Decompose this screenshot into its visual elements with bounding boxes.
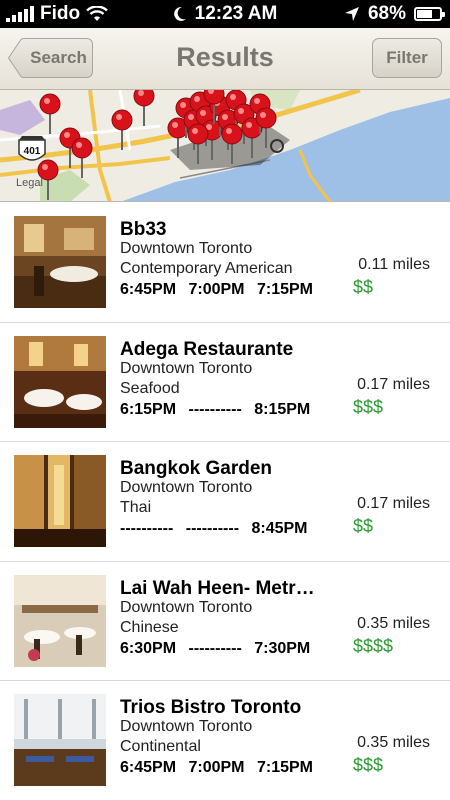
map-pin-highlight [192,128,198,134]
restaurant-photo [14,335,106,428]
map-pin[interactable] [39,93,61,115]
restaurant-area: Downtown Toronto [120,479,253,496]
map-pin[interactable] [221,123,243,145]
price-level: $$$ [353,755,384,775]
time-slot-placeholder: ---------- [120,520,174,537]
map-pin[interactable] [133,90,155,107]
battery-percent: 68% [367,3,406,24]
result-row[interactable]: Trios Bistro Toronto Downtown Toronto Co… [0,681,450,800]
map-pin-highlight [246,122,252,128]
result-row[interactable]: Bb33 Downtown Toronto Contemporary Ameri… [0,203,450,323]
time-slot-button[interactable]: 8:15PM [254,401,310,418]
time-slot-button[interactable]: 7:00PM [188,281,244,298]
time-slot-button[interactable]: 6:30PM [120,640,176,657]
restaurant-photo [14,455,106,547]
price-level: $$ [353,516,374,536]
restaurant-cuisine: Contemporary American [120,260,293,277]
result-row[interactable]: Lai Wah Heen- Metr… Downtown Toronto Chi… [0,562,450,681]
map-pin-highlight [138,90,144,96]
map-pin-highlight [238,108,244,114]
moon-icon [173,6,186,21]
time-slot-placeholder: ---------- [188,400,242,418]
restaurant-name: Adega Restaurante [120,338,294,360]
map-pin[interactable] [111,109,133,131]
map-pin-highlight [200,110,206,116]
time-slot-placeholder: ---------- [185,520,240,537]
clock: 12:23 AM [194,3,278,24]
available-times: 6:30PM ---------- 7:30PM [120,640,318,658]
restaurant-area: Downtown Toronto [120,718,253,735]
map-pin-highlight [194,96,200,102]
map-pin-highlight [222,114,228,120]
restaurant-cuisine: Seafood [120,379,180,397]
restaurant-photo [14,216,106,308]
price-level: $$$ [353,396,384,417]
result-row[interactable]: Bangkok Garden Downtown Toronto Thai ---… [0,442,450,562]
time-slot-button[interactable]: 7:00PM [188,759,244,776]
available-times: 6:45PM 7:00PM 7:15PM [120,281,321,299]
results-map[interactable]: 401 Legal [0,90,450,202]
map-pin[interactable] [187,123,209,145]
restaurant-cuisine: Continental [120,738,201,755]
map-pin[interactable] [255,107,277,129]
available-times: ---------- ---------- 8:45PM [120,520,316,538]
map-pin-highlight [42,164,48,170]
restaurant-photo [14,694,106,786]
restaurant-distance: 0.35 miles [357,734,430,751]
restaurant-area: Downtown Toronto [120,598,253,616]
map-pin[interactable] [71,137,93,159]
time-slot-button[interactable]: 7:30PM [254,640,310,657]
price-level: $$$$ [353,635,394,656]
restaurant-distance: 0.17 miles [357,495,430,512]
restaurant-distance: 0.35 miles [357,614,430,632]
time-slot-button[interactable]: 7:15PM [257,281,313,298]
time-slot-button[interactable]: 6:45PM [120,281,176,298]
time-slot-placeholder: ---------- [188,639,242,657]
map-pin-highlight [116,114,122,120]
map-pin-highlight [64,132,70,138]
restaurant-area: Downtown Toronto [120,359,253,377]
map-pin-highlight [230,94,236,100]
location-arrow-icon [344,7,359,21]
restaurant-cuisine: Chinese [120,618,179,636]
map-legal-link[interactable]: Legal [16,177,43,189]
map-pin-highlight [226,128,232,134]
restaurant-distance: 0.11 miles [358,256,430,273]
highway-shield-label: 401 [24,146,41,157]
restaurant-photo [14,574,106,667]
map-canvas: 401 Legal [0,90,450,201]
available-times: 6:15PM ---------- 8:15PM [120,401,318,419]
available-times: 6:45PM 7:00PM 7:15PM [120,759,321,777]
time-slot-button[interactable]: 8:45PM [251,520,307,537]
map-pin-highlight [76,142,82,148]
results-list: Bb33 Downtown Toronto Contemporary Ameri… [0,203,450,800]
map-pin-highlight [44,98,50,104]
restaurant-cuisine: Thai [120,499,152,516]
battery-level-fill [417,10,432,18]
map-pin-highlight [188,114,194,120]
map-pin-highlight [260,112,266,118]
price-level: $$ [353,277,374,297]
time-slot-button[interactable]: 6:15PM [120,401,176,418]
map-pin-highlight [172,122,178,128]
restaurant-name: Bangkok Garden [120,458,273,479]
result-row[interactable]: Adega Restaurante Downtown Toronto Seafo… [0,323,450,442]
filter-button[interactable]: Filter [372,38,442,78]
restaurant-name: Trios Bistro Toronto [120,697,302,718]
restaurant-name: Bb33 [120,219,167,240]
battery-icon [414,7,445,21]
time-slot-button[interactable]: 7:15PM [257,759,313,776]
restaurant-distance: 0.17 miles [357,375,430,393]
map-pin-highlight [254,98,260,104]
restaurant-area: Downtown Toronto [120,240,253,257]
time-slot-button[interactable]: 6:45PM [120,759,176,776]
navigation-bar: Search Results Filter [0,28,450,90]
restaurant-name: Lai Wah Heen- Metr… [120,577,315,599]
status-bar: Fido 12:23 AM 68% [0,0,450,28]
map-pin-highlight [180,102,186,108]
